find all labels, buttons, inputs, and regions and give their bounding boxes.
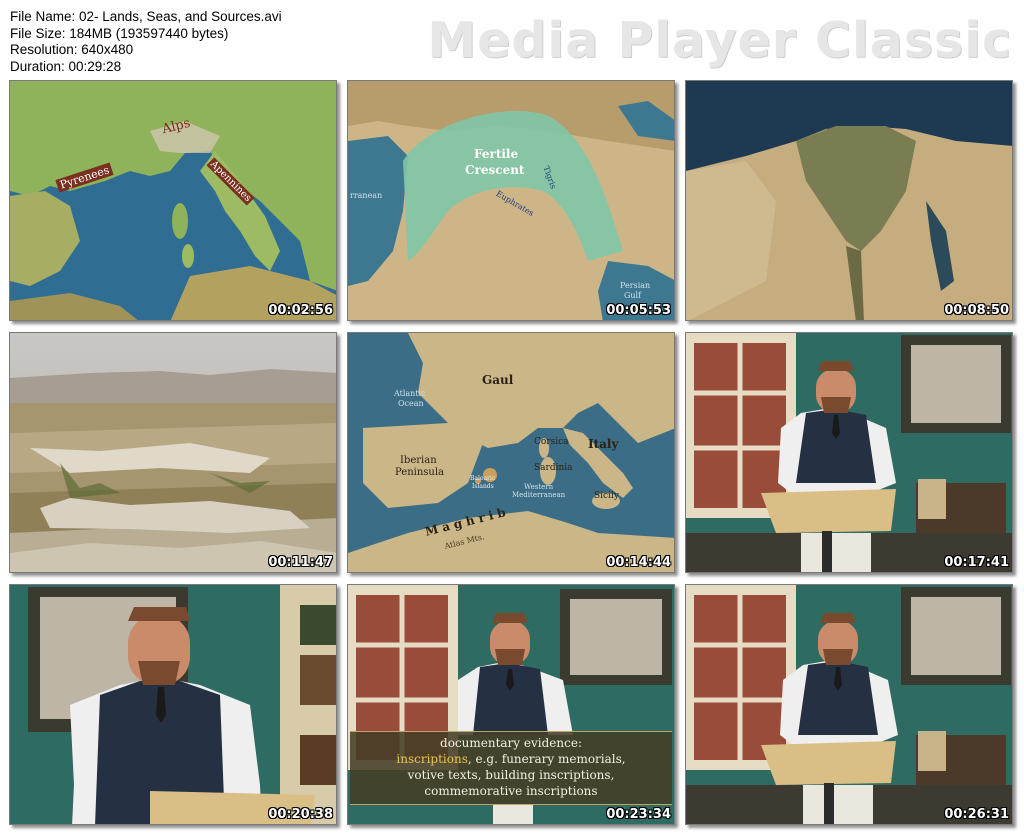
label-corsica: Corsica <box>534 437 569 447</box>
thumbnail-6[interactable]: 00:17:41 <box>685 332 1013 573</box>
timestamp: 00:23:34 <box>606 807 671 822</box>
label-western: Western <box>524 483 554 491</box>
thumbnail-9[interactable]: 00:26:31 <box>685 584 1013 825</box>
label-sardinia: Sardinia <box>534 463 573 473</box>
label-gaul: Gaul <box>482 373 514 387</box>
timestamp: 00:05:53 <box>606 303 671 318</box>
label-western-med: Mediterranean <box>512 491 566 499</box>
thumbnail-2[interactable]: Fertile Crescent Tigris Euphrates rranea… <box>347 80 675 321</box>
label-ocean: Ocean <box>398 399 424 408</box>
caption-line-3: votive texts, building inscriptions, <box>407 768 615 782</box>
file-info: File Name: 02- Lands, Seas, and Sources.… <box>10 9 282 75</box>
timestamp: 00:08:50 <box>944 303 1009 318</box>
caption-line-2: inscriptions, e.g. funerary memorials, <box>350 751 672 767</box>
label-gulf: Gulf <box>624 291 642 300</box>
caption-highlight: inscriptions <box>396 752 468 766</box>
caption-line-2-rest: , e.g. funerary memorials, <box>467 752 626 766</box>
label-mediterranean: rranean <box>350 191 383 200</box>
thumbnail-8[interactable]: documentary evidence: inscriptions, e.g.… <box>347 584 675 825</box>
resolution: Resolution: 640x480 <box>10 42 134 57</box>
label-peninsula: Peninsula <box>395 467 445 478</box>
label-fertile: Fertile <box>474 147 519 161</box>
file-name: File Name: 02- Lands, Seas, and Sources.… <box>10 9 282 24</box>
duration: Duration: 00:29:28 <box>10 58 122 74</box>
thumbnail-4[interactable]: 00:11:47 <box>9 332 337 573</box>
label-iberian: Iberian <box>400 455 437 466</box>
thumbnail-3[interactable]: 00:08:50 <box>685 80 1013 321</box>
file-size: File Size: 184MB (193597440 bytes) <box>10 25 229 41</box>
timestamp: 00:17:41 <box>944 555 1009 570</box>
timestamp: 00:02:56 <box>268 303 333 318</box>
thumbnail-7[interactable]: 00:20:38 <box>9 584 337 825</box>
label-balearic: Balearic <box>470 475 496 482</box>
timestamp: 00:20:38 <box>268 807 333 822</box>
lecture-caption: documentary evidence: inscriptions, e.g.… <box>350 731 672 805</box>
label-persian: Persian <box>620 281 651 290</box>
timestamp: 00:14:44 <box>606 555 671 570</box>
timestamp: 00:11:47 <box>268 555 333 570</box>
thumbnail-5[interactable]: Gaul Atlantic Ocean Iberian Peninsula It… <box>347 332 675 573</box>
brand-watermark: Media Player Classic <box>427 12 1012 69</box>
caption-line-1: documentary evidence: <box>440 736 582 750</box>
timestamp: 00:26:31 <box>944 807 1009 822</box>
label-italy: Italy <box>588 437 619 451</box>
label-sicily: Sicily <box>594 491 619 501</box>
label-islands: Islands <box>472 483 494 490</box>
thumbnail-1[interactable]: Alps Pyrenees Apennines 00:02:56 <box>9 80 337 321</box>
label-crescent: Crescent <box>465 163 525 177</box>
label-atlantic: Atlantic <box>394 389 426 398</box>
caption-line-4: commemorative inscriptions <box>424 784 598 798</box>
